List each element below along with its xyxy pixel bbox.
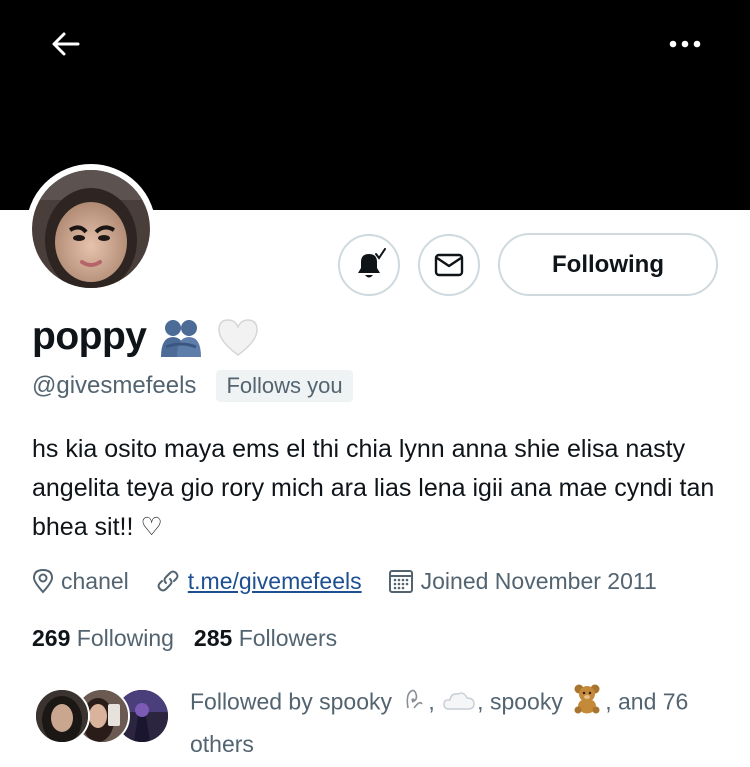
link-icon	[157, 570, 179, 592]
location-item: chanel	[32, 568, 129, 595]
following-count: 269	[32, 624, 71, 651]
display-name: poppy	[32, 315, 147, 358]
envelope-icon	[434, 253, 464, 277]
handle-row: @givesmefeels Follows you	[32, 366, 353, 406]
followed-by-separator: ,	[428, 688, 435, 715]
following-stat[interactable]: 269 Following	[32, 625, 174, 652]
arrow-left-icon	[52, 32, 80, 56]
joined-text: Joined November 2011	[420, 567, 657, 594]
followed-by-name: spooky	[489, 688, 563, 715]
hugging-people-emoji	[158, 317, 204, 357]
bell-check-icon	[358, 248, 386, 278]
teddy-bear-emoji	[571, 682, 603, 725]
profile-stats: 269 Following 285 Followers	[32, 620, 357, 656]
followers-count: 285	[193, 624, 233, 651]
follows-you-badge: Follows you	[216, 370, 353, 402]
followed-by-separator: ,	[477, 688, 484, 715]
ribbon-emoji	[400, 685, 426, 723]
profile-meta: chanel t.me/givemefeels Joined November …	[32, 563, 683, 599]
following-button[interactable]: Following	[498, 233, 718, 296]
message-button[interactable]	[418, 234, 480, 296]
followers-label: Followers	[238, 624, 338, 651]
website-link[interactable]: t.me/givemefeels	[188, 568, 362, 595]
location-text: chanel	[61, 567, 129, 594]
back-button[interactable]	[44, 24, 86, 64]
mutual-follower-avatar	[34, 688, 90, 744]
more-horizontal-icon	[669, 40, 701, 48]
profile-bio: hs kia osito maya ems el thi chia lynn a…	[32, 435, 715, 541]
following-label: Following	[76, 624, 174, 651]
notifications-button[interactable]	[338, 234, 400, 296]
followed-by-prefix: Followed by spooky	[190, 688, 392, 715]
white-heart-emoji	[216, 317, 260, 357]
location-pin-icon	[32, 568, 54, 594]
website-item[interactable]: t.me/givemefeels	[155, 568, 362, 595]
name-row: poppy	[32, 312, 260, 362]
mutual-followers-avatars[interactable]	[34, 688, 174, 748]
calendar-icon	[388, 570, 413, 593]
followers-stat[interactable]: 285 Followers	[194, 625, 337, 652]
cloud-emoji	[443, 685, 475, 723]
more-button[interactable]	[660, 26, 710, 62]
profile-avatar[interactable]	[26, 164, 156, 294]
profile-handle: @givesmefeels	[32, 372, 197, 399]
followed-by-text[interactable]: Followed by spooky , , spooky , and 76 o…	[190, 682, 710, 763]
joined-item: Joined November 2011	[388, 568, 657, 595]
